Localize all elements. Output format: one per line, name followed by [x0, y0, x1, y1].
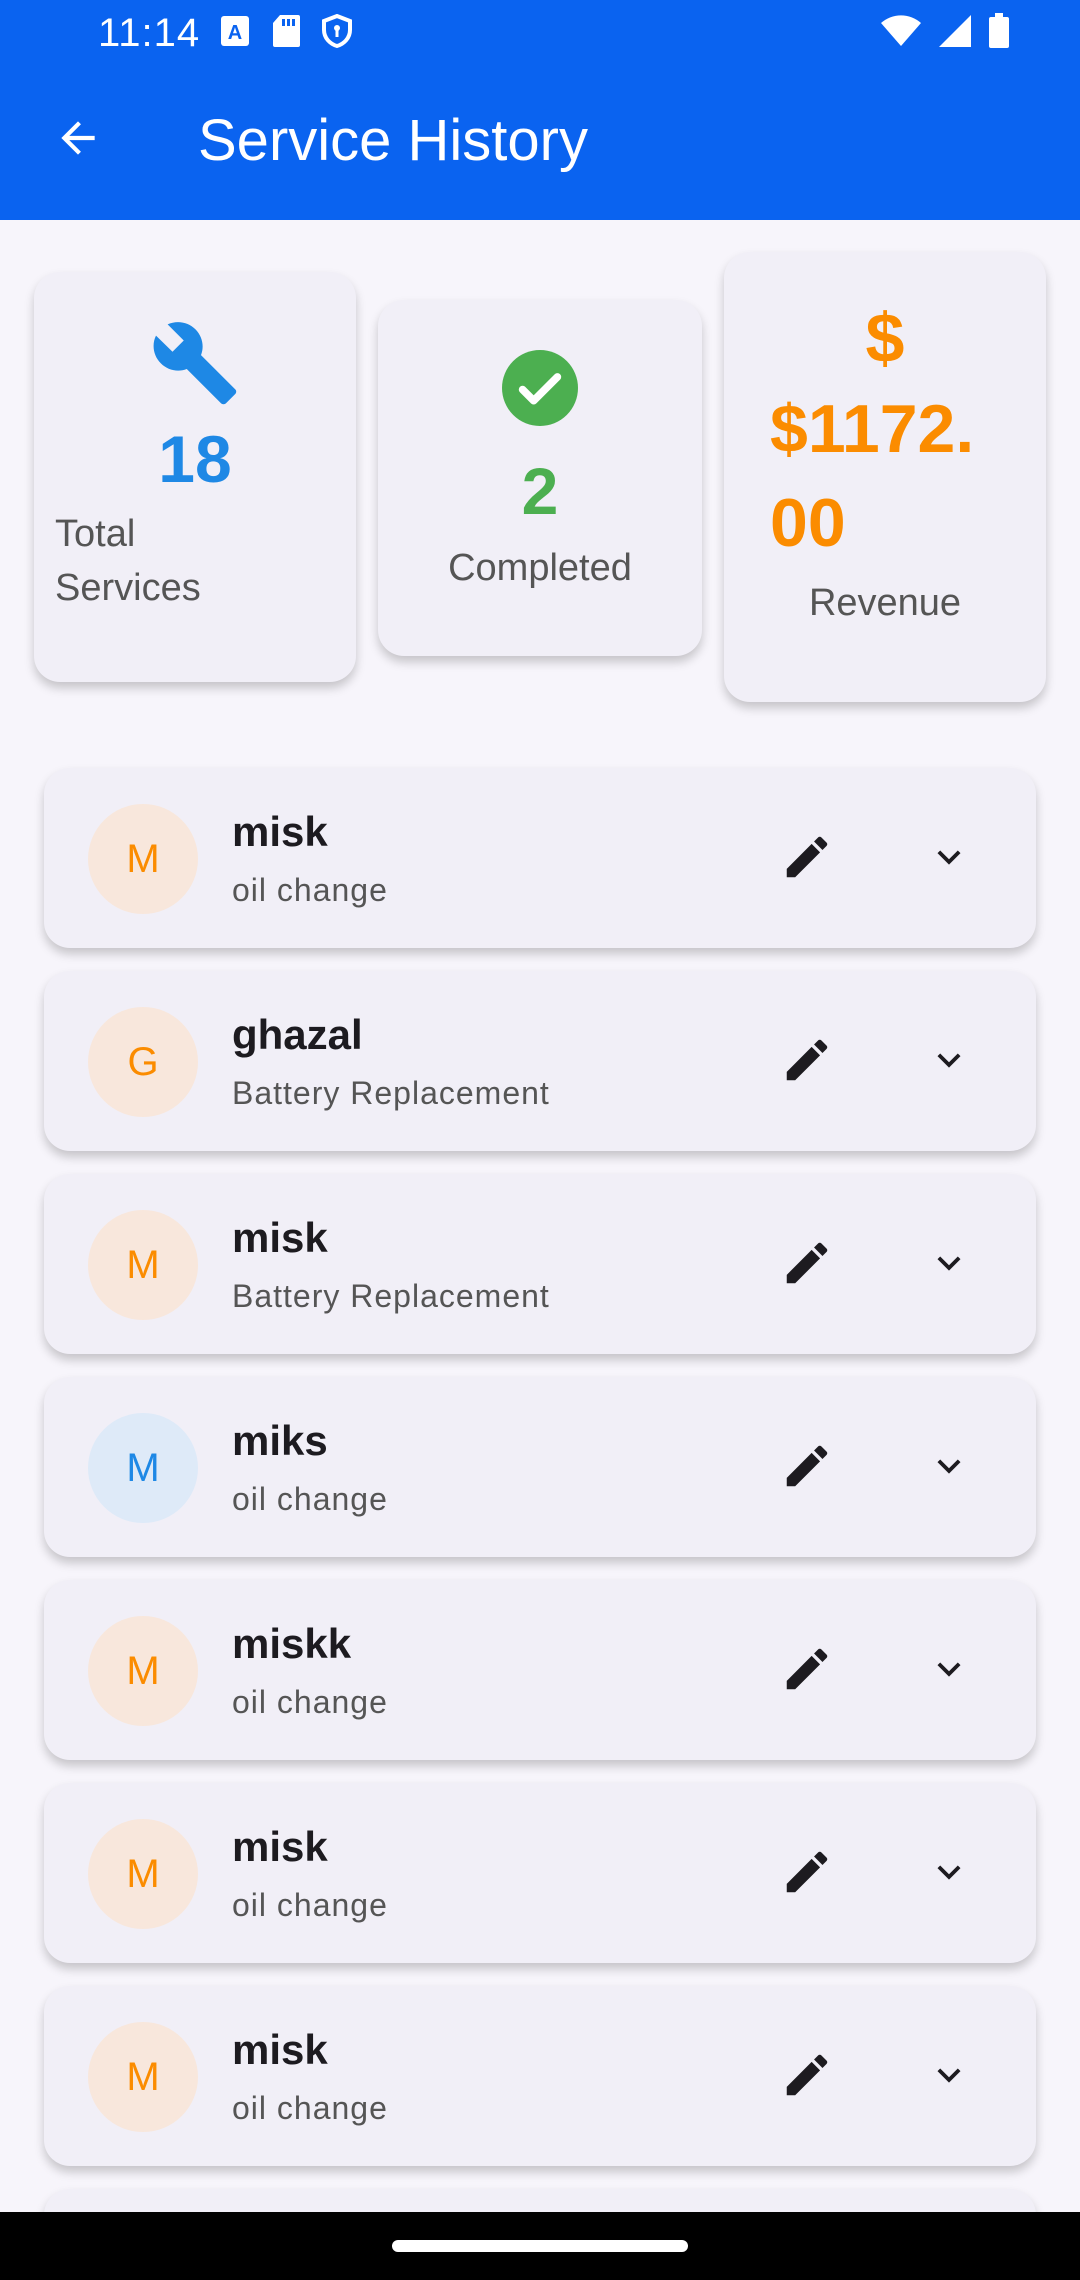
- service-type: Battery Replacement: [232, 1075, 550, 1111]
- wrench-icon: [150, 318, 240, 413]
- pencil-icon: [780, 1845, 834, 1904]
- avatar: M: [88, 1819, 198, 1929]
- pencil-icon: [780, 1236, 834, 1295]
- svg-text:A: A: [228, 22, 242, 44]
- avatar-initial: M: [126, 1445, 160, 1490]
- service-list-item[interactable]: M miks oil change: [44, 1377, 1036, 1557]
- avatar: G: [88, 1007, 198, 1117]
- edit-button[interactable]: [764, 2034, 850, 2120]
- service-type: Battery Replacement: [232, 1278, 550, 1314]
- revenue-value: $1172.00: [770, 391, 975, 561]
- expand-button[interactable]: [906, 1628, 992, 1714]
- edit-button[interactable]: [764, 816, 850, 902]
- edit-button[interactable]: [764, 1831, 850, 1917]
- completed-label: Completed: [448, 547, 632, 589]
- avatar: M: [88, 1413, 198, 1523]
- service-list-item[interactable]: M misk oil change: [44, 768, 1036, 948]
- service-type: oil change: [232, 2090, 388, 2126]
- back-button[interactable]: [18, 80, 138, 200]
- edit-button[interactable]: [764, 1425, 850, 1511]
- service-list-item[interactable]: M misk oil change: [44, 1986, 1036, 2166]
- customer-name: ghazal: [232, 1011, 363, 1058]
- screen: 11:14 A Service History 18 Total Service…: [0, 0, 1080, 2280]
- sd-card-icon: [272, 14, 301, 53]
- a-notification-icon: A: [220, 15, 250, 52]
- pencil-icon: [780, 1033, 834, 1092]
- avatar-initial: M: [126, 1648, 160, 1693]
- avatar: M: [88, 1616, 198, 1726]
- customer-name: miks: [232, 1417, 328, 1464]
- dollar-icon: $: [865, 299, 905, 377]
- avatar-initial: M: [126, 1851, 160, 1896]
- expand-button[interactable]: [906, 816, 992, 902]
- expand-button[interactable]: [906, 2034, 992, 2120]
- avatar-initial: M: [126, 1242, 160, 1287]
- revenue-label: Revenue: [808, 582, 962, 624]
- navigation-bar: [0, 2212, 1080, 2280]
- avatar: M: [88, 1210, 198, 1320]
- edit-button[interactable]: [764, 1222, 850, 1308]
- edit-button[interactable]: [764, 1628, 850, 1714]
- page-title: Service History: [198, 107, 588, 173]
- expand-button[interactable]: [906, 1831, 992, 1917]
- avatar-initial: M: [126, 836, 160, 881]
- edit-button[interactable]: [764, 1019, 850, 1105]
- chevron-down-icon: [926, 1443, 972, 1494]
- chevron-down-icon: [926, 2052, 972, 2103]
- revenue-card: $ $1172.00 Revenue: [724, 252, 1046, 702]
- total-services-value: 18: [158, 422, 232, 496]
- status-time: 11:14: [98, 10, 201, 55]
- pencil-icon: [780, 1642, 834, 1701]
- status-bar: 11:14 A: [0, 0, 1080, 66]
- chevron-down-icon: [926, 1646, 972, 1697]
- check-circle-icon: [502, 350, 578, 431]
- chevron-down-icon: [926, 1240, 972, 1291]
- service-list-item[interactable]: M misk Battery Replacement: [44, 1174, 1036, 1354]
- status-icons-right: [880, 12, 1010, 54]
- total-services-label: Total Services: [55, 513, 201, 609]
- service-type: oil change: [232, 872, 388, 908]
- home-indicator[interactable]: [392, 2240, 688, 2252]
- chevron-down-icon: [926, 834, 972, 885]
- signal-icon: [938, 14, 972, 53]
- customer-name: misk: [232, 1214, 328, 1261]
- avatar: M: [88, 2022, 198, 2132]
- total-services-card: 18 Total Services: [34, 272, 356, 682]
- service-type: oil change: [232, 1887, 388, 1923]
- pencil-icon: [780, 1439, 834, 1498]
- wifi-icon: [880, 14, 922, 52]
- customer-name: misk: [232, 2026, 328, 2073]
- completed-card: 2 Completed: [378, 300, 702, 656]
- expand-button[interactable]: [906, 1019, 992, 1105]
- customer-name: miskk: [232, 1620, 352, 1667]
- expand-button[interactable]: [906, 1425, 992, 1511]
- expand-button[interactable]: [906, 1222, 992, 1308]
- arrow-back-icon: [53, 113, 103, 168]
- service-list-item[interactable]: M miskk oil change: [44, 1580, 1036, 1760]
- service-list-item[interactable]: G ghazal Battery Replacement: [44, 971, 1036, 1151]
- status-icons-left: A: [220, 13, 353, 53]
- pencil-icon: [780, 830, 834, 889]
- battery-icon: [988, 12, 1010, 54]
- customer-name: misk: [232, 808, 328, 855]
- shield-icon: [322, 13, 353, 53]
- app-bar: Service History: [0, 80, 1080, 200]
- avatar: M: [88, 804, 198, 914]
- top-bar: 11:14 A Service History: [0, 0, 1080, 220]
- service-list-item[interactable]: M misk oil change: [44, 1783, 1036, 1963]
- chevron-down-icon: [926, 1849, 972, 1900]
- completed-value: 2: [521, 454, 559, 528]
- customer-name: misk: [232, 1823, 328, 1870]
- pencil-icon: [780, 2048, 834, 2107]
- service-type: oil change: [232, 1684, 388, 1720]
- chevron-down-icon: [926, 1037, 972, 1088]
- avatar-initial: G: [127, 1039, 159, 1084]
- service-type: oil change: [232, 1481, 388, 1517]
- avatar-initial: M: [126, 2054, 160, 2099]
